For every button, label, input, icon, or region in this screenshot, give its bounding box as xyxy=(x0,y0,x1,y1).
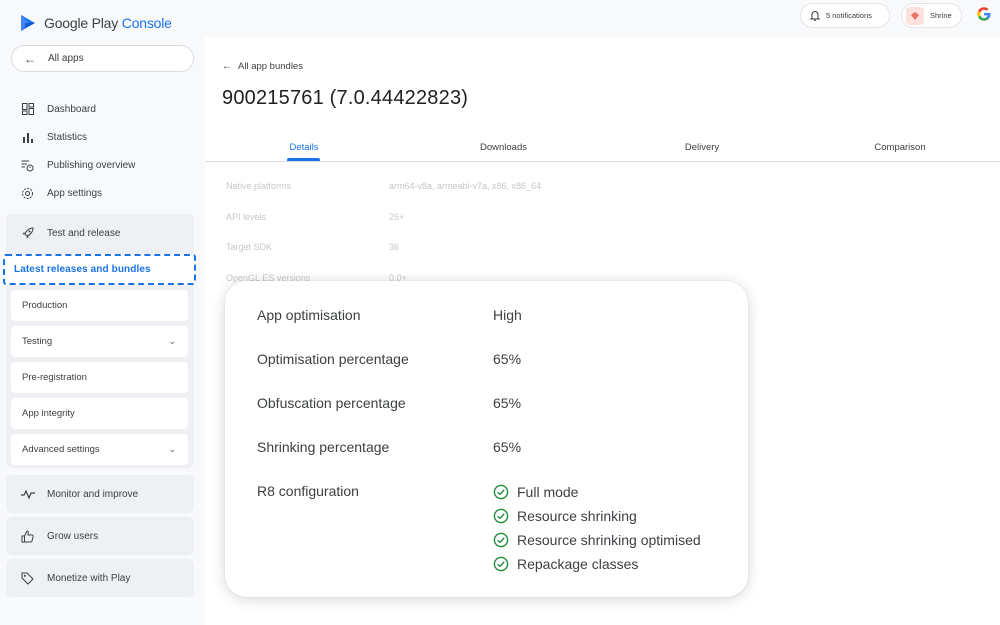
active-tab-indicator xyxy=(287,158,320,161)
publishing-icon xyxy=(20,158,35,173)
detail-row: Native platforms arm64-v8a, armeabi-v7a,… xyxy=(226,181,542,191)
card-row-r8-configuration: R8 configuration Full mode Resource shri… xyxy=(257,483,701,573)
latest-releases-label: Latest releases and bundles xyxy=(14,264,151,275)
test-and-release-label: Test and release xyxy=(47,227,121,239)
dashboard-icon xyxy=(20,102,35,117)
nav-item-dashboard[interactable]: Dashboard xyxy=(20,95,135,123)
nav-item-publishing-overview[interactable]: Publishing overview xyxy=(20,151,135,179)
page-title: 900215761 (7.0.44422823) xyxy=(222,87,469,109)
list-item: Repackage classes xyxy=(493,555,701,573)
all-app-bundles-label: All app bundles xyxy=(238,61,303,72)
tab-delivery[interactable]: Delivery xyxy=(667,132,737,162)
list-item: Resource shrinking xyxy=(493,507,701,525)
list-item: Resource shrinking optimised xyxy=(493,531,701,549)
shrine-app-icon xyxy=(906,6,924,25)
card-row-optimisation-percentage: Optimisation percentage 65% xyxy=(257,351,522,367)
chevron-down-icon: ⌄ xyxy=(168,336,176,346)
google-account-icon[interactable] xyxy=(977,7,991,21)
all-apps-button[interactable]: ← All apps xyxy=(11,45,194,72)
nav-label-statistics: Statistics xyxy=(47,131,88,143)
main-nav: Dashboard Statistics Publishing overview… xyxy=(20,95,135,207)
back-arrow-icon: ← xyxy=(24,51,36,66)
advanced-settings-label: Advanced settings xyxy=(22,444,100,455)
list-item: Full mode xyxy=(493,483,701,501)
sidebar-item-testing[interactable]: Testing ⌄ xyxy=(11,326,188,357)
account-label: Shrine xyxy=(930,11,952,20)
card-row-shrinking-percentage: Shrinking percentage 65% xyxy=(257,439,522,455)
grow-users-label: Grow users xyxy=(47,530,99,542)
chevron-down-icon: ⌄ xyxy=(168,444,176,454)
latest-releases-and-bundles-item[interactable]: Latest releases and bundles xyxy=(3,254,196,285)
gear-icon xyxy=(20,186,35,201)
tab-bar: Details Downloads Delivery Comparison xyxy=(205,132,1000,162)
sidebar-item-advanced-settings[interactable]: Advanced settings ⌄ xyxy=(11,434,188,465)
tag-icon xyxy=(20,571,35,586)
nav-item-statistics[interactable]: Statistics xyxy=(20,123,135,151)
nav-label-app-settings: App settings xyxy=(47,187,103,199)
sidebar-item-production[interactable]: Production xyxy=(11,290,188,321)
thumbs-up-icon xyxy=(20,529,35,544)
sidebar: Google Play Console ← All apps Dashboard… xyxy=(0,0,205,625)
bar-chart-icon xyxy=(20,130,35,145)
play-console-logo[interactable]: Google Play Console xyxy=(20,12,172,34)
detail-row: API levels 26+ xyxy=(226,212,405,222)
play-logo-icon xyxy=(21,15,35,31)
all-apps-label: All apps xyxy=(48,53,84,64)
monetize-with-play-group[interactable]: Monetize with Play xyxy=(6,559,194,597)
notifications-label: 5 notifications xyxy=(826,11,872,20)
nav-item-app-settings[interactable]: App settings xyxy=(20,179,135,207)
card-row-app-optimisation: App optimisation High xyxy=(257,307,522,323)
check-circle-icon xyxy=(493,556,509,572)
tab-comparison[interactable]: Comparison xyxy=(863,132,937,162)
brand-prefix: Google Play xyxy=(44,15,119,31)
pulse-icon xyxy=(20,487,35,502)
brand-suffix: Console xyxy=(121,15,172,31)
all-app-bundles-link[interactable]: ← All app bundles xyxy=(222,61,303,72)
app-integrity-label: App integrity xyxy=(22,408,75,419)
r8-config-list: Full mode Resource shrinking Resource sh… xyxy=(493,483,701,573)
notifications-button[interactable]: 5 notifications xyxy=(800,3,890,28)
test-and-release-header[interactable]: Test and release xyxy=(6,214,194,252)
rocket-icon xyxy=(20,226,35,241)
production-label: Production xyxy=(22,300,68,311)
detail-row: Target SDK 36 xyxy=(226,242,400,252)
account-switcher[interactable]: Shrine xyxy=(901,3,962,28)
check-circle-icon xyxy=(493,508,509,524)
monetize-with-play-label: Monetize with Play xyxy=(47,572,131,584)
optimisation-details-card: App optimisation High Optimisation perce… xyxy=(225,281,748,597)
sidebar-item-app-integrity[interactable]: App integrity xyxy=(11,398,188,429)
sidebar-item-pre-registration[interactable]: Pre-registration xyxy=(11,362,188,393)
monitor-and-improve-group[interactable]: Monitor and improve xyxy=(6,475,194,513)
tab-downloads[interactable]: Downloads xyxy=(465,132,542,162)
testing-label: Testing xyxy=(22,336,53,347)
check-circle-icon xyxy=(493,532,509,548)
nav-label-dashboard: Dashboard xyxy=(47,103,96,115)
grow-users-group[interactable]: Grow users xyxy=(6,517,194,555)
back-arrow-icon: ← xyxy=(222,60,232,72)
bell-icon xyxy=(810,10,820,21)
nav-label-publishing-overview: Publishing overview xyxy=(47,159,136,171)
monitor-and-improve-label: Monitor and improve xyxy=(47,488,139,500)
check-circle-icon xyxy=(493,484,509,500)
card-row-obfuscation-percentage: Obfuscation percentage 65% xyxy=(257,395,522,411)
pre-registration-label: Pre-registration xyxy=(22,372,87,383)
